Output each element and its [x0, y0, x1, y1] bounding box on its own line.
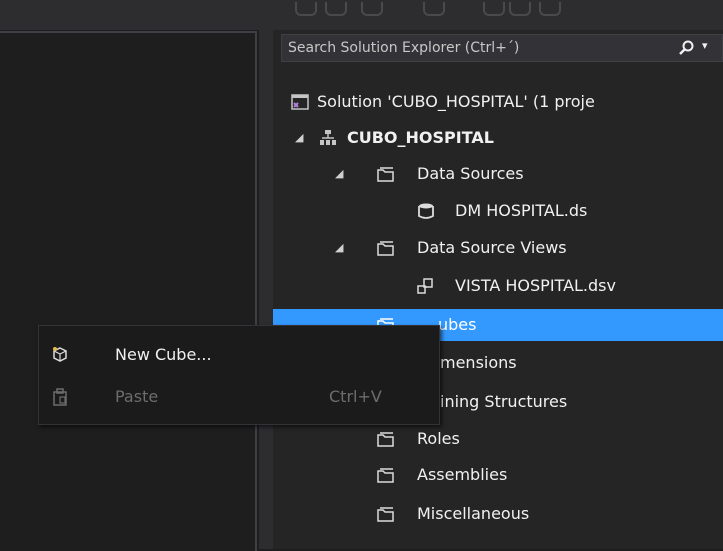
editor-area [0, 0, 259, 551]
database-icon [418, 203, 434, 219]
folder-icon [377, 432, 394, 447]
history-icon[interactable] [483, 2, 505, 16]
properties-icon[interactable] [539, 2, 561, 16]
search-options-chevron-icon[interactable]: ▾ [702, 39, 708, 52]
solution-explorer-toolbar [273, 0, 723, 30]
new-cube-icon [53, 347, 67, 362]
tree-item-ds-file[interactable]: DM HOSPITAL.ds [273, 196, 723, 226]
tree-item-assemblies[interactable]: Assemblies [273, 460, 723, 490]
menu-item-new-cube[interactable]: New Cube... [39, 335, 439, 375]
tree-item-data-sources[interactable]: ◢ Data Sources [273, 159, 723, 189]
data-source-view-icon [417, 278, 433, 294]
dsv-file-label: VISTA HOSPITAL.dsv [455, 276, 616, 295]
collapse-icon[interactable] [509, 2, 531, 16]
assemblies-label: Assemblies [417, 465, 508, 484]
expanded-arrow-icon[interactable]: ◢ [335, 233, 343, 263]
tree-item-data-source-views[interactable]: ◢ Data Source Views [273, 233, 723, 263]
solution-label: Solution 'CUBO_HOSPITAL' (1 proje [317, 92, 595, 111]
tree-item-project[interactable]: ◢ CUBO_HOSPITAL [273, 123, 723, 153]
tree-item-miscellaneous[interactable]: Miscellaneous [273, 499, 723, 529]
context-menu: New Cube... Paste Ctrl+V [38, 325, 440, 425]
paste-icon [53, 388, 67, 406]
project-icon [320, 130, 336, 145]
new-cube-label: New Cube... [115, 345, 212, 364]
miscellaneous-label: Miscellaneous [417, 504, 530, 523]
roles-label: Roles [417, 429, 460, 448]
expanded-arrow-icon[interactable]: ◢ [335, 159, 343, 189]
solution-icon [291, 94, 309, 110]
folder-icon [377, 167, 394, 182]
folder-icon [377, 507, 394, 522]
paste-label: Paste [115, 387, 159, 406]
dimensions-label: mensions [440, 353, 517, 372]
data-source-views-label: Data Source Views [417, 238, 567, 257]
search-icon[interactable] [678, 40, 694, 56]
menu-item-paste[interactable]: Paste Ctrl+V [39, 377, 439, 417]
pane-splitter[interactable] [259, 0, 273, 549]
expanded-arrow-icon[interactable]: ◢ [295, 123, 303, 153]
folder-icon [377, 468, 394, 483]
search-input[interactable]: Search Solution Explorer (Ctrl+´) ▾ [281, 34, 723, 62]
data-sources-label: Data Sources [417, 164, 524, 183]
mining-structures-label: ining Structures [440, 392, 568, 411]
ds-file-label: DM HOSPITAL.ds [455, 201, 588, 220]
editor-frame [0, 31, 257, 551]
tree-item-roles[interactable]: Roles [273, 424, 723, 454]
project-label: CUBO_HOSPITAL [347, 128, 494, 147]
editor-tab-strip [0, 0, 259, 30]
tree-item-dsv-file[interactable]: VISTA HOSPITAL.dsv [273, 271, 723, 301]
home-icon[interactable] [361, 2, 383, 16]
back-icon[interactable] [295, 2, 317, 16]
sync-icon[interactable] [423, 2, 445, 16]
tree-item-solution[interactable]: Solution 'CUBO_HOSPITAL' (1 proje [273, 87, 723, 117]
forward-icon[interactable] [325, 2, 347, 16]
cubes-label: ubes [438, 315, 477, 334]
folder-icon [377, 241, 394, 256]
paste-shortcut: Ctrl+V [329, 387, 382, 406]
search-placeholder: Search Solution Explorer (Ctrl+´) [288, 40, 520, 56]
